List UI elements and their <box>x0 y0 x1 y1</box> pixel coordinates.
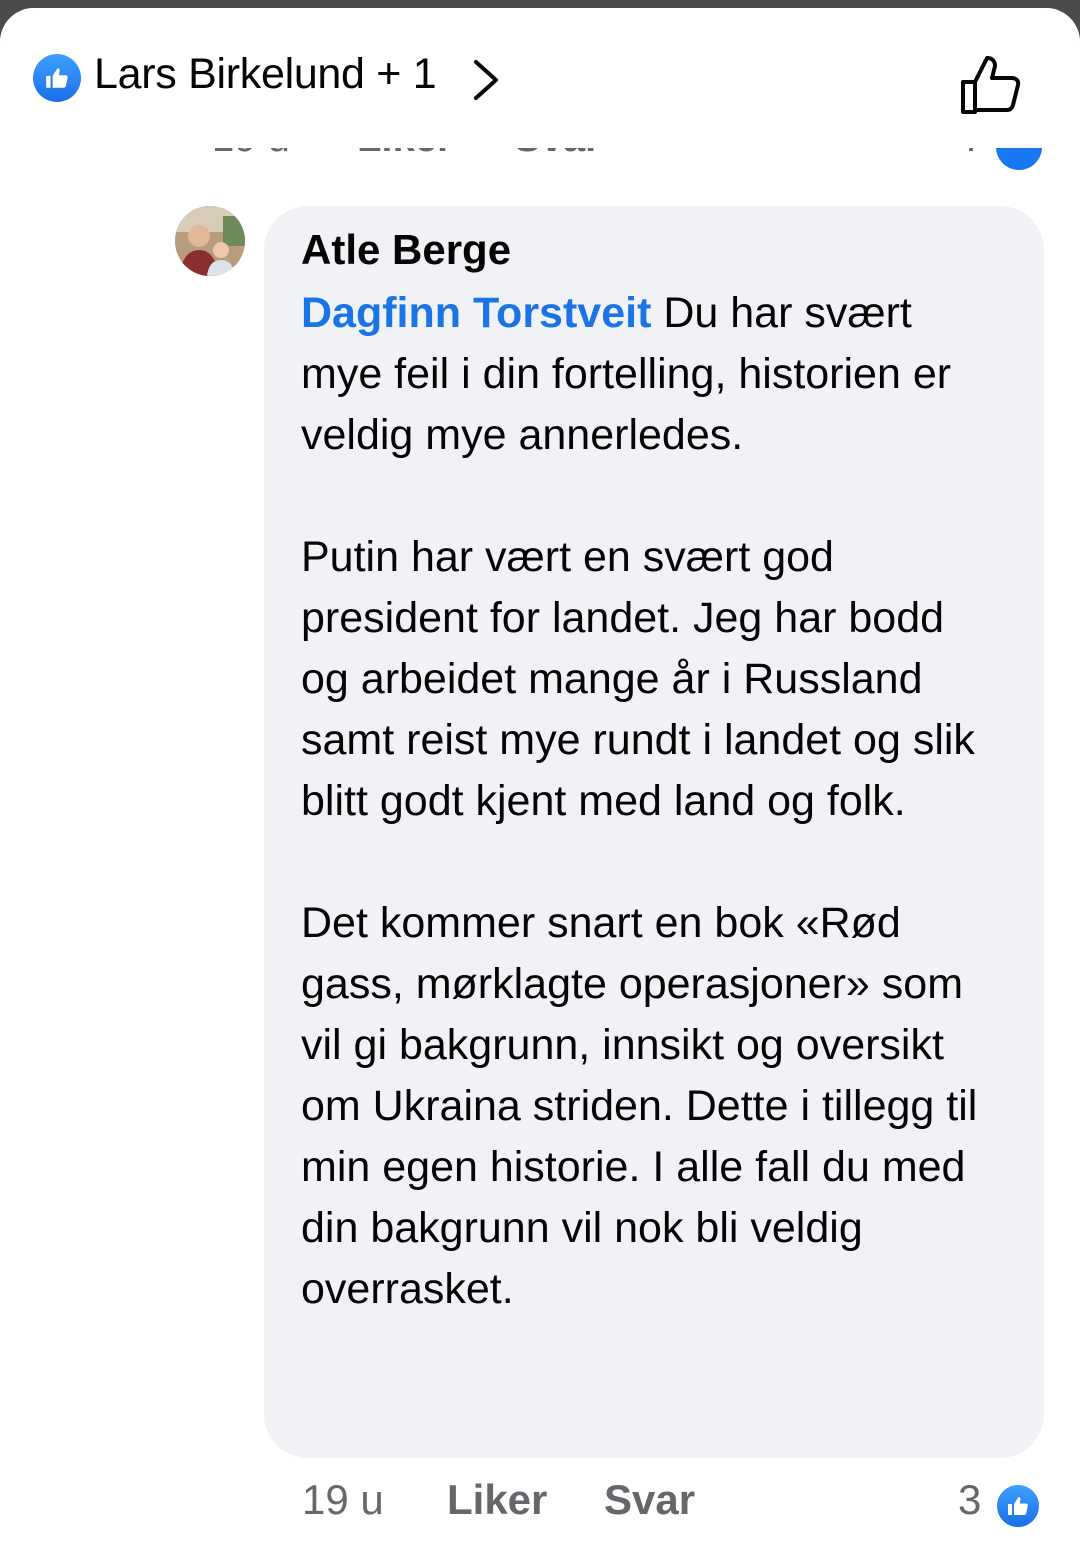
chevron-right-icon[interactable] <box>468 58 502 102</box>
comment-text: Dagfinn Torstveit Du har svært mye feil … <box>301 283 1001 1320</box>
comment-time: 19 u <box>302 1476 384 1523</box>
avatar[interactable] <box>175 206 245 276</box>
comment-paragraph-3: Det kommer snart en bok «Rød gass, mørkl… <box>301 899 978 1313</box>
reaction-count[interactable]: 3 <box>958 1476 981 1524</box>
mention-link[interactable]: Dagfinn Torstveit <box>301 289 651 337</box>
like-badge-icon[interactable] <box>33 54 81 102</box>
like-button[interactable]: Liker <box>447 1476 547 1524</box>
comment-author[interactable]: Atle Berge <box>301 226 511 274</box>
comment-actions: 19 u Liker Svar 3 <box>0 1476 1080 1536</box>
reply-button[interactable]: Svar <box>604 1476 695 1524</box>
comment-bubble: Atle Berge Dagfinn Torstveit Du har svær… <box>264 206 1044 1458</box>
reactors-title[interactable]: Lars Birkelund + 1 <box>94 50 437 99</box>
thumbs-up-outline-icon[interactable] <box>955 48 1025 118</box>
comment-sheet: Lars Birkelund + 1 19 u Liker Svar 7 Atl… <box>0 8 1080 1562</box>
reactions-header: Lars Birkelund + 1 <box>0 8 1080 148</box>
comment-paragraph-2: Putin har vært en svært god president fo… <box>301 533 975 825</box>
like-badge-icon[interactable] <box>994 1482 1042 1530</box>
